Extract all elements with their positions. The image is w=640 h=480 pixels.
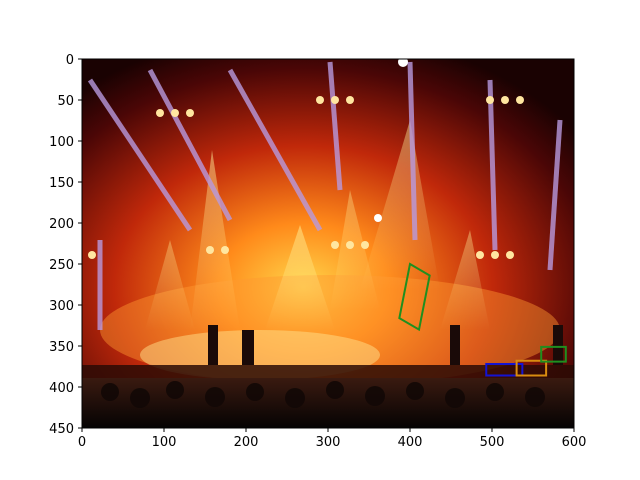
x-tick-label: 0: [78, 435, 86, 450]
y-tick-label: 50: [57, 94, 74, 109]
x-tick-label: 500: [480, 435, 505, 450]
plot-figure: 0 100 200 300 400 500 600 0 50 100 150 200 250 300 35…: [49, 53, 587, 450]
x-tick-label: 300: [316, 435, 341, 450]
y-tick-label: 100: [49, 135, 74, 150]
x-tick-label: 400: [398, 435, 423, 450]
y-tick-label: 150: [49, 176, 74, 191]
concert-photo: [82, 59, 574, 428]
y-tick-label: 250: [49, 258, 74, 273]
x-tick-label: 600: [562, 435, 587, 450]
y-tick-label: 450: [49, 422, 74, 437]
y-tick-label: 350: [49, 340, 74, 355]
x-axis: 0 100 200 300 400 500 600: [78, 428, 587, 450]
y-tick-label: 400: [49, 381, 74, 396]
y-tick-label: 0: [66, 53, 74, 68]
x-tick-label: 200: [234, 435, 259, 450]
y-tick-label: 200: [49, 217, 74, 232]
x-tick-label: 100: [152, 435, 177, 450]
y-axis: 0 50 100 150 200 250 300 350 400 450: [49, 53, 82, 437]
y-tick-label: 300: [49, 299, 74, 314]
